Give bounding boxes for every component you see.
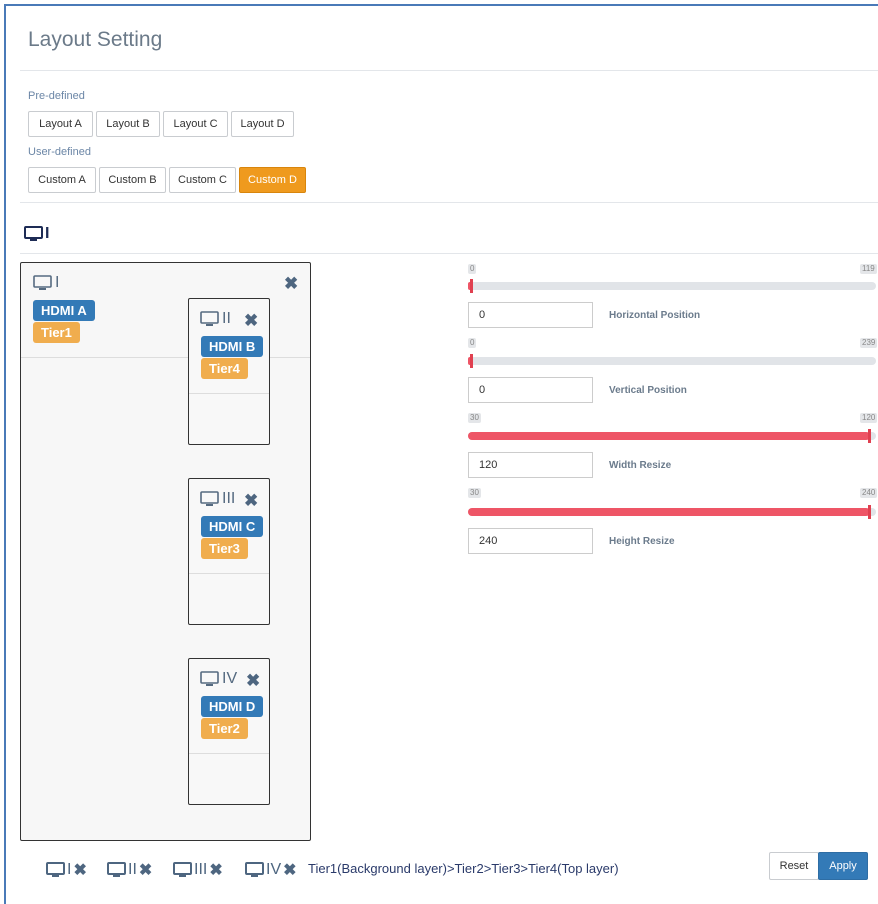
custom-c-button[interactable]: Custom C — [169, 167, 236, 193]
custom-a-button[interactable]: Custom A — [28, 167, 96, 193]
monitor-icon — [33, 275, 52, 291]
height-resize-label: Height Resize — [609, 536, 675, 547]
vertical-position-input[interactable]: 0 — [468, 377, 593, 403]
window-iii-label: III — [200, 490, 235, 508]
close-icon: ✖ — [283, 862, 297, 879]
tier-badge-window-iv: Tier2 — [201, 718, 248, 739]
vertical-position-label: Vertical Position — [609, 385, 687, 396]
display-header: I — [24, 225, 49, 243]
height-resize-input[interactable]: 240 — [468, 528, 593, 554]
window-iii[interactable]: III ✖ HDMI C Tier3 — [188, 478, 270, 625]
vertical-position-slider[interactable] — [468, 354, 876, 368]
custom-d-button[interactable]: Custom D — [239, 167, 306, 193]
layout-b-button[interactable]: Layout B — [96, 111, 160, 137]
add-window-iv-button[interactable]: IV ✖ — [245, 860, 297, 880]
window-i-label: I — [33, 274, 59, 292]
source-badge-window-i: HDMI A — [33, 300, 95, 321]
vertical-max: 239 — [860, 338, 878, 348]
display-header-label: I — [45, 225, 50, 242]
width-resize-input[interactable]: 120 — [468, 452, 593, 478]
source-badge-window-iv: HDMI D — [201, 696, 264, 717]
close-window-iii-icon[interactable]: ✖ — [244, 492, 258, 509]
layout-c-button[interactable]: Layout C — [163, 111, 228, 137]
close-window-ii-icon[interactable]: ✖ — [244, 312, 258, 329]
tier-badge-window-i: Tier1 — [33, 322, 80, 343]
page-title: Layout Setting — [28, 28, 163, 51]
add-window-iii-button[interactable]: III ✖ — [173, 860, 223, 880]
horizontal-position-slider[interactable] — [468, 279, 876, 293]
monitor-icon — [200, 491, 219, 507]
width-max: 120 — [860, 413, 878, 423]
slider-handle[interactable] — [868, 505, 871, 519]
close-window-i-icon[interactable]: ✖ — [284, 275, 298, 292]
tier-badge-window-ii: Tier4 — [201, 358, 248, 379]
slider-handle[interactable] — [868, 429, 871, 443]
predefined-label: Pre-defined — [28, 90, 85, 102]
monitor-icon — [46, 862, 65, 878]
monitor-icon — [24, 226, 43, 242]
window-ii[interactable]: II ✖ HDMI B Tier4 — [188, 298, 270, 445]
layout-a-button[interactable]: Layout A — [28, 111, 93, 137]
monitor-icon — [245, 862, 264, 878]
monitor-icon — [173, 862, 192, 878]
horizontal-min: 0 — [468, 264, 477, 274]
vertical-min: 0 — [468, 338, 477, 348]
slider-handle[interactable] — [470, 354, 473, 368]
monitor-icon — [200, 311, 219, 327]
height-resize-slider[interactable] — [468, 505, 876, 519]
monitor-icon — [107, 862, 126, 878]
source-badge-window-ii: HDMI B — [201, 336, 264, 357]
window-ii-label: II — [200, 310, 231, 328]
tier-badge-window-iii: Tier3 — [201, 538, 248, 559]
divider — [20, 253, 878, 254]
close-icon: ✖ — [209, 862, 223, 879]
add-window-ii-button[interactable]: II ✖ — [107, 860, 152, 880]
slider-handle[interactable] — [470, 279, 473, 293]
width-resize-label: Width Resize — [609, 460, 672, 471]
width-resize-slider[interactable] — [468, 429, 876, 443]
close-window-iv-icon[interactable]: ✖ — [246, 672, 260, 689]
tier-order-note: Tier1(Background layer)>Tier2>Tier3>Tier… — [308, 861, 619, 876]
source-badge-window-iii: HDMI C — [201, 516, 264, 537]
height-max: 240 — [860, 488, 878, 498]
layout-d-button[interactable]: Layout D — [231, 111, 294, 137]
add-window-i-button[interactable]: I ✖ — [46, 860, 87, 880]
apply-button[interactable]: Apply — [818, 852, 868, 880]
window-iv[interactable]: IV ✖ HDMI D Tier2 — [188, 658, 270, 805]
divider — [20, 202, 878, 203]
horizontal-position-label: Horizontal Position — [609, 310, 701, 321]
close-icon: ✖ — [73, 862, 87, 879]
horizontal-position-input[interactable]: 0 — [468, 302, 593, 328]
width-min: 30 — [468, 413, 481, 423]
reset-button[interactable]: Reset — [769, 852, 819, 880]
divider — [20, 70, 878, 71]
custom-b-button[interactable]: Custom B — [99, 167, 166, 193]
monitor-icon — [200, 671, 219, 687]
close-icon: ✖ — [138, 862, 153, 879]
horizontal-max: 119 — [860, 264, 877, 274]
userdefined-label: User-defined — [28, 146, 91, 158]
height-min: 30 — [468, 488, 481, 498]
window-iv-label: IV — [200, 670, 237, 688]
